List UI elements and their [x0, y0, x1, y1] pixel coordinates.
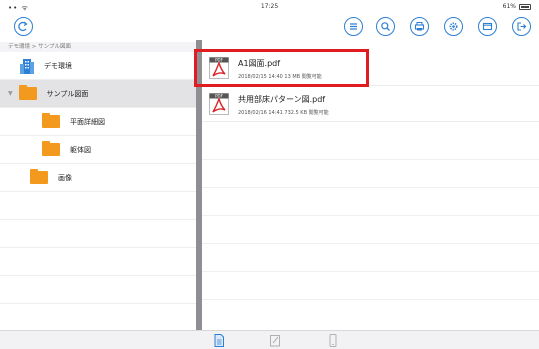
- highlight-box: [194, 49, 369, 87]
- notes-tab-icon[interactable]: [269, 334, 281, 347]
- toolbar: [0, 14, 539, 40]
- divider: [0, 191, 196, 192]
- sidebar-item-structure[interactable]: 躯体図: [0, 136, 196, 163]
- settings-button[interactable]: [444, 17, 463, 36]
- divider: [0, 303, 196, 304]
- folder-icon: [18, 85, 37, 100]
- bottom-tab-bar: [0, 330, 539, 349]
- search-button[interactable]: [376, 17, 395, 36]
- divider: [202, 187, 539, 188]
- divider: [202, 243, 539, 244]
- divider: [202, 271, 539, 272]
- back-icon: [18, 21, 28, 32]
- list-icon: [350, 23, 357, 30]
- sidebar-item-floor-plan[interactable]: 平面詳細図: [0, 108, 196, 135]
- logout-icon: [517, 22, 527, 31]
- printer-icon: [414, 22, 425, 31]
- folder-tree-sidebar: デモ環境 ▼ サンプル図面 平面詳細図 躯体図 画像: [0, 52, 196, 330]
- edit-button[interactable]: [478, 17, 497, 36]
- battery-percent: 61%: [502, 3, 516, 10]
- sidebar-item-images[interactable]: 画像: [0, 164, 196, 191]
- search-icon: [381, 22, 390, 31]
- chevron-down-icon[interactable]: ▼: [8, 90, 13, 97]
- sidebar-item-sample-drawings[interactable]: ▼ サンプル図面: [0, 80, 196, 107]
- folder-icon: [30, 169, 48, 184]
- divider: [202, 159, 539, 160]
- divider: [202, 299, 539, 300]
- window-icon: [482, 22, 493, 31]
- divider: [0, 219, 196, 220]
- sidebar-item-label: サンプル図面: [46, 89, 89, 98]
- device-tab-icon[interactable]: [327, 334, 339, 347]
- list-view-button[interactable]: [344, 17, 363, 36]
- sidebar-item-demo-env[interactable]: デモ環境: [0, 52, 196, 79]
- svg-text:PDF: PDF: [215, 94, 223, 99]
- folder-icon: [42, 113, 60, 128]
- status-time: 17:25: [260, 3, 279, 10]
- battery-indicator: 61%: [503, 3, 531, 10]
- sidebar-item-label: デモ環境: [44, 61, 72, 70]
- file-meta: 2018/02/16 14:41 732.5 KB 閲覧可能: [238, 110, 329, 116]
- pdf-file-icon: PDF: [209, 93, 229, 115]
- folder-icon: [42, 141, 60, 156]
- divider: [202, 215, 539, 216]
- divider: [0, 275, 196, 276]
- print-button[interactable]: [410, 17, 429, 36]
- sidebar-item-label: 画像: [58, 173, 72, 182]
- sidebar-item-label: 躯体図: [70, 145, 91, 154]
- back-button[interactable]: [14, 17, 33, 36]
- exit-button[interactable]: [512, 17, 531, 36]
- file-row[interactable]: PDF 共用部床パターン図.pdf 2018/02/16 14:41 732.5…: [202, 86, 539, 122]
- documents-tab-icon[interactable]: [213, 334, 225, 347]
- status-bar: •• ᯤ 17:25 61%: [0, 0, 539, 14]
- divider: [0, 247, 196, 248]
- building-icon: [20, 58, 34, 74]
- battery-icon: [519, 3, 531, 10]
- breadcrumb: デモ環境 > サンプル図面: [0, 42, 196, 52]
- gear-icon: [449, 22, 458, 31]
- file-name: 共用部床パターン図.pdf: [238, 95, 326, 104]
- sidebar-item-label: 平面詳細図: [70, 117, 105, 126]
